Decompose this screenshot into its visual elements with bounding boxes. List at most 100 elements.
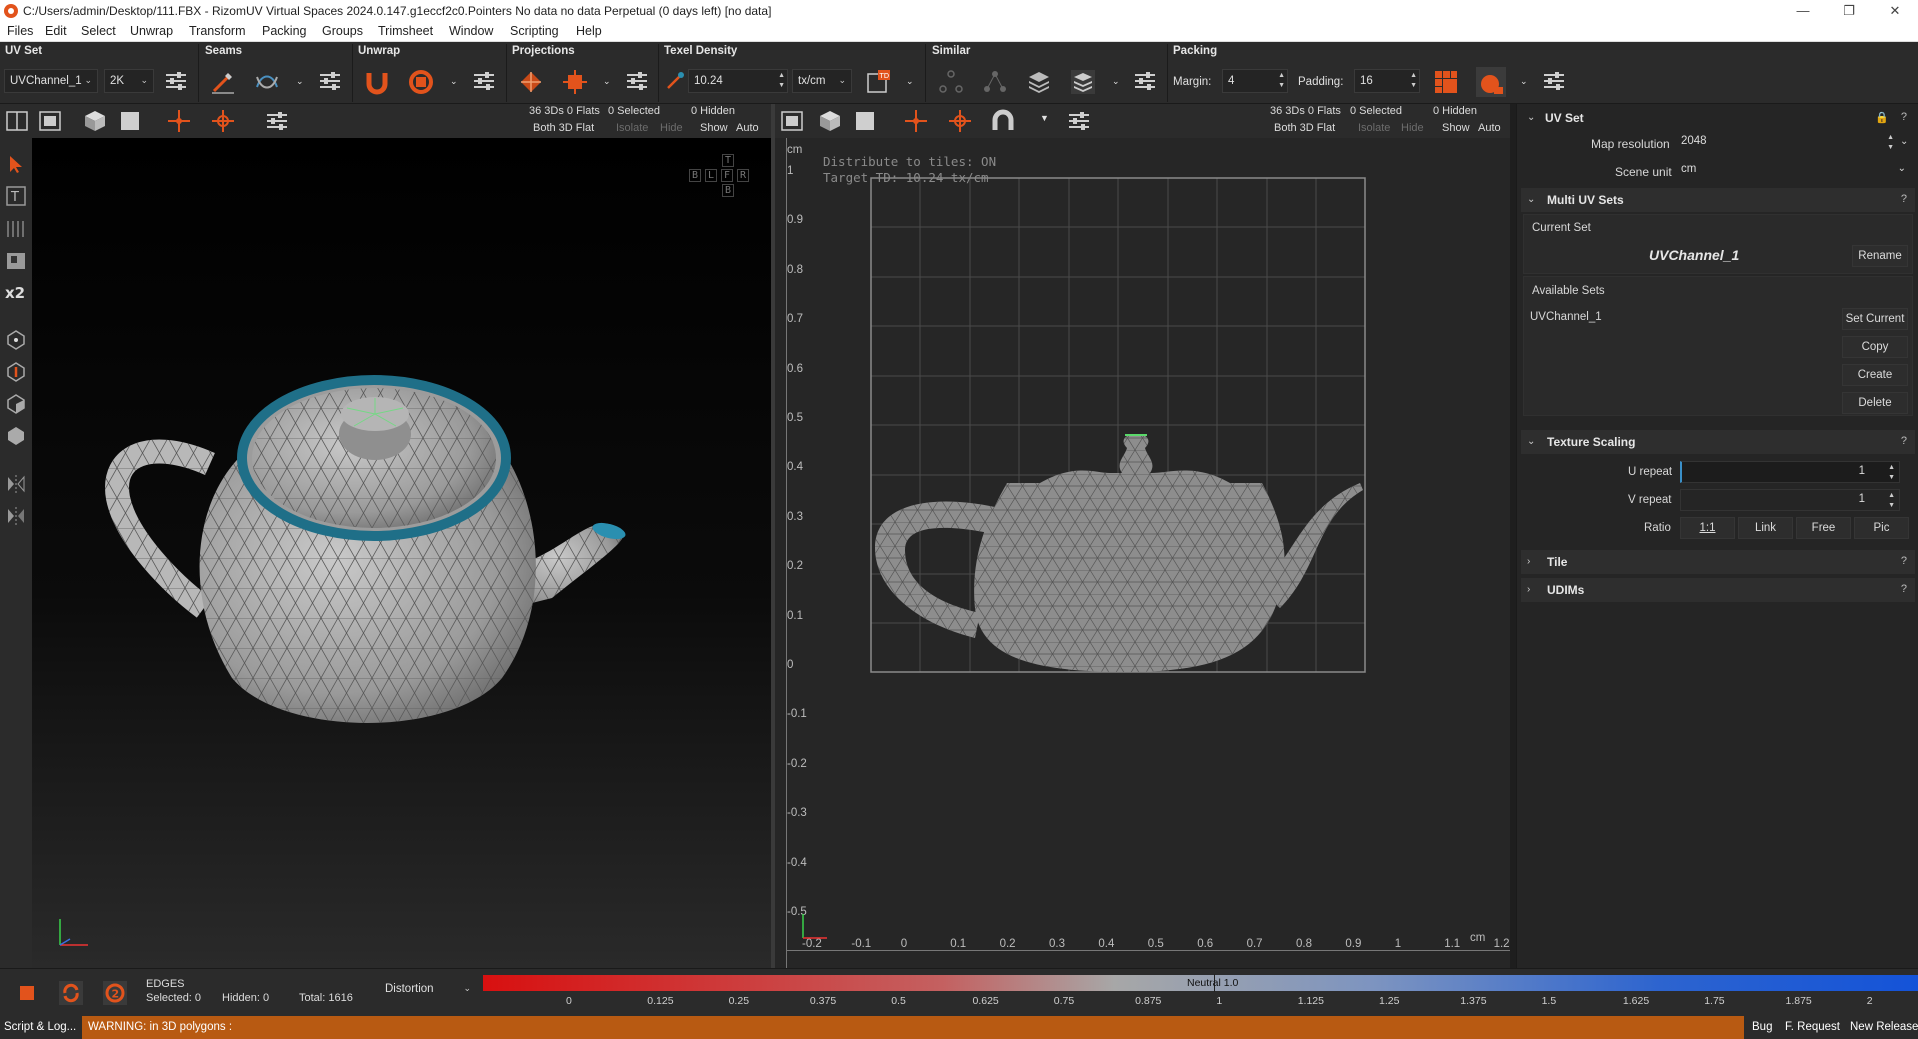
face-mode-icon[interactable] bbox=[4, 392, 28, 416]
gizmo-pivot-icon[interactable] bbox=[945, 106, 975, 136]
menu-select[interactable]: Select bbox=[81, 24, 116, 38]
viewport-settings-icon[interactable] bbox=[262, 106, 292, 136]
flat-shaded-icon[interactable] bbox=[850, 106, 880, 136]
spin-up-icon[interactable]: ▲ bbox=[1887, 134, 1894, 142]
help-icon[interactable]: ? bbox=[1901, 583, 1907, 595]
packing-dropdown-arrow[interactable]: ⌄ bbox=[1520, 76, 1528, 87]
stack-similar-icon[interactable] bbox=[980, 67, 1010, 97]
create-button[interactable]: Create bbox=[1842, 364, 1908, 386]
select-cursor-icon[interactable] bbox=[4, 152, 28, 176]
rename-button[interactable]: Rename bbox=[1852, 245, 1908, 267]
texel-unit-dropdown[interactable]: tx/cm ⌄ bbox=[792, 69, 852, 93]
live-update-icon[interactable] bbox=[56, 978, 86, 1008]
available-set-item[interactable]: UVChannel_1 bbox=[1530, 311, 1602, 323]
isolate-button[interactable]: Isolate bbox=[1358, 122, 1390, 134]
stats-3d-both[interactable]: Both 3D Flat bbox=[533, 122, 594, 134]
copy-button[interactable]: Copy bbox=[1842, 336, 1908, 358]
packing-settings-icon[interactable] bbox=[1539, 66, 1569, 96]
auto-unwrap-icon[interactable]: 2 bbox=[100, 978, 130, 1008]
help-icon[interactable]: ? bbox=[1901, 111, 1907, 123]
pack-shapes-icon[interactable] bbox=[1476, 67, 1506, 97]
teapot-3d-model[interactable] bbox=[32, 138, 771, 968]
delete-button[interactable]: Delete bbox=[1842, 392, 1908, 414]
udims-section-header[interactable]: › UDIMs ? bbox=[1521, 578, 1915, 602]
scene-unit-dropdown[interactable]: cm ⌄ bbox=[1676, 160, 1912, 182]
seams-dropdown-arrow[interactable]: ⌄ bbox=[296, 76, 304, 87]
help-icon[interactable]: ? bbox=[1901, 435, 1907, 447]
resolution-dropdown[interactable]: 2K ⌄ bbox=[104, 69, 154, 93]
uvset-section-header[interactable]: ⌄ UV Set 🔒 ? bbox=[1521, 106, 1915, 130]
projection-dropdown-arrow[interactable]: ⌄ bbox=[603, 76, 611, 87]
menu-trimsheet[interactable]: Trimsheet bbox=[378, 24, 433, 38]
spin-down-icon[interactable]: ▼ bbox=[1410, 82, 1417, 90]
chevron-down-icon[interactable]: ⌄ bbox=[1900, 136, 1908, 147]
similar-dropdown-arrow[interactable]: ⌄ bbox=[1112, 76, 1120, 87]
magnet-dropdown-arrow[interactable]: ▼ bbox=[1040, 113, 1049, 123]
ratio-free-button[interactable]: Free bbox=[1796, 517, 1851, 539]
unwrap-settings-icon[interactable] bbox=[469, 66, 499, 96]
vertex-mode-icon[interactable] bbox=[4, 328, 28, 352]
frame-all-icon[interactable] bbox=[777, 106, 807, 136]
spin-down-icon[interactable]: ▼ bbox=[1278, 82, 1285, 90]
texel-dropdown-arrow[interactable]: ⌄ bbox=[906, 76, 914, 87]
margin-input[interactable]: 4 ▲ ▼ bbox=[1222, 69, 1288, 93]
hide-button[interactable]: Hide bbox=[1401, 122, 1424, 134]
help-icon[interactable]: ? bbox=[1901, 555, 1907, 567]
spin-up-icon[interactable]: ▲ bbox=[1888, 492, 1895, 500]
viewport-uv[interactable]: Distribute to tiles: ON Target TD: 10.24… bbox=[775, 138, 1510, 968]
edge-mode-icon[interactable] bbox=[4, 360, 28, 384]
uv-channel-dropdown[interactable]: UVChannel_1 ⌄ bbox=[4, 69, 98, 93]
multi-uvsets-section-header[interactable]: ⌄ Multi UV Sets ? bbox=[1521, 188, 1915, 212]
close-button[interactable]: ✕ bbox=[1872, 0, 1918, 22]
spin-up-icon[interactable]: ▲ bbox=[778, 72, 785, 80]
script-log-button[interactable]: Script & Log... bbox=[4, 1021, 76, 1033]
u-repeat-input[interactable]: 1 ▲ ▼ bbox=[1680, 461, 1900, 483]
display-mode-dropdown[interactable]: Distortion ⌄ bbox=[380, 978, 476, 1002]
auto-button[interactable]: Auto bbox=[1478, 122, 1501, 134]
show-button[interactable]: Show bbox=[1442, 122, 1470, 134]
magnet-icon[interactable] bbox=[988, 106, 1018, 136]
restore-button[interactable]: ❐ bbox=[1826, 0, 1872, 22]
pattern-tool-icon[interactable] bbox=[4, 216, 28, 240]
unwrap-icon[interactable] bbox=[362, 67, 392, 97]
tile-section-header[interactable]: › Tile ? bbox=[1521, 550, 1915, 574]
menu-scripting[interactable]: Scripting bbox=[510, 24, 559, 38]
stop-icon[interactable] bbox=[12, 978, 42, 1008]
ratio-link-button[interactable]: Link bbox=[1738, 517, 1793, 539]
unstack-icon[interactable] bbox=[1068, 67, 1098, 97]
menu-help[interactable]: Help bbox=[576, 24, 602, 38]
bug-report-button[interactable]: Bug bbox=[1752, 1021, 1772, 1033]
padding-input[interactable]: 16 ▲ ▼ bbox=[1354, 69, 1420, 93]
text-tool-icon[interactable]: T bbox=[4, 184, 28, 208]
mirror-h-icon[interactable] bbox=[4, 472, 28, 496]
gizmo-pivot-icon[interactable] bbox=[208, 106, 238, 136]
projection-settings-icon[interactable] bbox=[622, 66, 652, 96]
ratio-pic-button[interactable]: Pic bbox=[1854, 517, 1909, 539]
stack-icon[interactable] bbox=[1024, 67, 1054, 97]
texel-picker-icon[interactable] bbox=[660, 66, 690, 96]
texture-scaling-section-header[interactable]: ⌄ Texture Scaling ? bbox=[1521, 430, 1915, 454]
spin-up-icon[interactable]: ▲ bbox=[1278, 72, 1285, 80]
help-icon[interactable]: ? bbox=[1901, 193, 1907, 205]
layout-split-icon[interactable] bbox=[2, 106, 32, 136]
shaded-cube-icon[interactable] bbox=[815, 106, 845, 136]
new-release-button[interactable]: New Release bbox=[1850, 1021, 1918, 1033]
uv-islands[interactable] bbox=[775, 138, 1510, 968]
select-similar-icon[interactable] bbox=[936, 67, 966, 97]
minimize-button[interactable]: — bbox=[1780, 0, 1826, 22]
v-repeat-input[interactable]: 1 ▲ ▼ bbox=[1680, 489, 1900, 511]
island-mode-icon[interactable] bbox=[4, 424, 28, 448]
spin-up-icon[interactable]: ▲ bbox=[1888, 464, 1895, 472]
viewport-3d[interactable]: T B L F R B bbox=[32, 138, 771, 968]
uv-viewport-settings-icon[interactable] bbox=[1064, 106, 1094, 136]
planar-projection-icon[interactable] bbox=[560, 67, 590, 97]
optimize-icon[interactable] bbox=[406, 67, 436, 97]
gizmo-move-icon[interactable] bbox=[901, 106, 931, 136]
menu-files[interactable]: Files bbox=[7, 24, 33, 38]
cut-seams-icon[interactable] bbox=[208, 67, 238, 97]
menu-edit[interactable]: Edit bbox=[45, 24, 67, 38]
stats-uv-both[interactable]: Both 3D Flat bbox=[1274, 122, 1335, 134]
island-tool-icon[interactable] bbox=[4, 248, 28, 272]
ratio-1-1-button[interactable]: 1:1 bbox=[1680, 517, 1735, 539]
menu-window[interactable]: Window bbox=[449, 24, 493, 38]
